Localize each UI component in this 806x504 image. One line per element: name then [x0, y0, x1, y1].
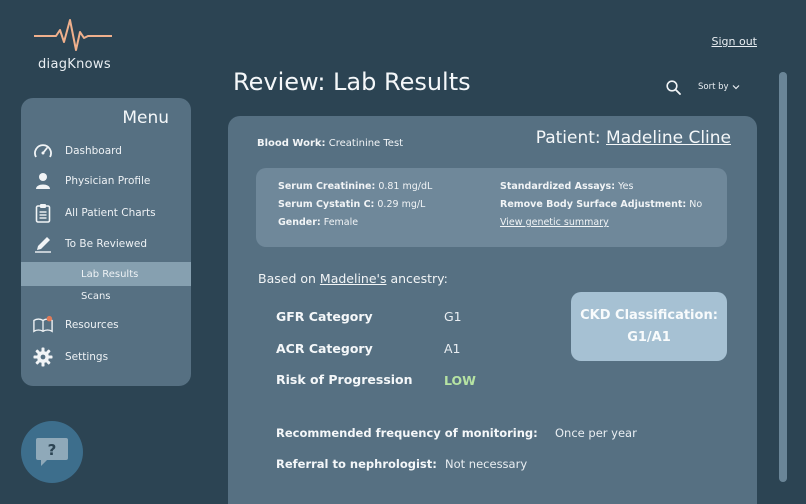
signout-link[interactable]: Sign out — [711, 35, 757, 48]
lab-info-box: Serum Creatinine: 0.81 mg/dL Serum Cysta… — [256, 168, 727, 247]
standardized-assays-label: Standardized Assays: — [500, 181, 616, 192]
sidebar-item-resources[interactable]: Resources — [21, 314, 191, 336]
bsa-adjustment-value: No — [689, 199, 703, 210]
standardized-assays-value: Yes — [618, 181, 634, 192]
chevron-down-icon — [732, 85, 739, 90]
sort-dropdown[interactable]: Sort by — [698, 82, 740, 92]
acr-category-label: ACR Category — [276, 341, 373, 356]
serum-creatinine-label: Serum Creatinine: — [278, 181, 376, 192]
sort-label: Sort by — [698, 82, 729, 92]
person-icon — [33, 171, 53, 191]
patient-name-link[interactable]: Madeline Cline — [606, 128, 731, 148]
serum-creatinine-row: Serum Creatinine: 0.81 mg/dL — [278, 181, 432, 192]
gauge-icon — [33, 141, 53, 161]
sidebar-item-to-be-reviewed[interactable]: To Be Reviewed — [21, 233, 191, 255]
bloodwork-value: Creatinine Test — [328, 138, 404, 149]
sidebar-item-settings[interactable]: Settings — [21, 346, 191, 368]
nephrologist-referral-value: Not necessary — [445, 457, 528, 471]
acr-category-value: A1 — [444, 341, 461, 356]
ancestry-line: Based on Madeline's ancestry: — [258, 271, 448, 286]
pencil-icon — [33, 234, 53, 254]
serum-creatinine-value: 0.81 mg/dL — [378, 181, 433, 192]
ancestry-name-link[interactable]: Madeline's — [320, 271, 387, 286]
sidebar-subitem-label: Lab Results — [81, 268, 139, 280]
ancestry-prefix: Based on — [258, 271, 316, 286]
standardized-assays-row: Standardized Assays: Yes — [500, 181, 633, 192]
risk-progression-value: LOW — [444, 373, 476, 388]
bsa-adjustment-row: Remove Body Surface Adjustment: No — [500, 199, 702, 210]
ckd-classification-badge: CKD Classification: G1/A1 — [571, 292, 727, 361]
monitoring-frequency-value: Once per year — [555, 426, 637, 440]
sidebar-item-dashboard[interactable]: Dashboard — [21, 140, 191, 162]
ckd-classification-value: G1/A1 — [627, 329, 671, 345]
clipboard-icon — [33, 203, 53, 223]
page-title: Review: Lab Results — [233, 68, 471, 96]
sidebar-item-label: Dashboard — [65, 145, 122, 157]
sidebar-item-label: All Patient Charts — [65, 207, 156, 219]
nephrologist-referral-label: Referral to nephrologist: — [276, 457, 437, 471]
sidebar-item-physician-profile[interactable]: Physician Profile — [21, 170, 191, 192]
help-chat-icon: ? — [36, 438, 68, 466]
lab-results-card: Blood Work: Creatinine Test Patient: Mad… — [228, 116, 757, 504]
patient-heading: Patient: Madeline Cline — [536, 128, 731, 148]
sidebar-item-label: To Be Reviewed — [65, 238, 147, 250]
brand-name: diagKnows — [38, 57, 111, 72]
sidebar-item-label: Resources — [65, 319, 119, 331]
sidebar-menu: Menu Dashboard Physician Profile All Pat… — [21, 98, 191, 386]
scrollbar-thumb[interactable] — [779, 72, 787, 482]
menu-title: Menu — [122, 108, 169, 128]
help-button[interactable]: ? — [21, 421, 83, 483]
bloodwork-label: Blood Work: — [257, 138, 326, 149]
risk-progression-label: Risk of Progression — [276, 372, 413, 387]
sidebar-item-label: Settings — [65, 351, 109, 363]
serum-cystatin-value: 0.29 mg/L — [377, 199, 426, 210]
serum-cystatin-label: Serum Cystatin C: — [278, 199, 375, 210]
gender-row: Gender: Female — [278, 217, 358, 228]
heartbeat-logo-icon — [34, 19, 112, 51]
book-icon — [33, 315, 53, 335]
gender-label: Gender: — [278, 217, 321, 228]
gfr-category-value: G1 — [444, 309, 462, 324]
sidebar-subitem-lab-results[interactable]: Lab Results — [21, 262, 191, 286]
search-icon[interactable] — [666, 80, 681, 95]
bloodwork-line: Blood Work: Creatinine Test — [257, 138, 403, 149]
monitoring-frequency-label: Recommended frequency of monitoring: — [276, 426, 538, 440]
ancestry-suffix: ancestry: — [390, 271, 448, 286]
gear-icon — [33, 347, 53, 367]
gfr-category-label: GFR Category — [276, 309, 373, 324]
bsa-adjustment-label: Remove Body Surface Adjustment: — [500, 199, 687, 210]
gender-value: Female — [323, 217, 359, 228]
brand-logo — [34, 18, 114, 52]
sidebar-item-label: Physician Profile — [65, 175, 151, 187]
genetic-summary-link[interactable]: View genetic summary — [500, 217, 609, 228]
sidebar-item-all-patient-charts[interactable]: All Patient Charts — [21, 202, 191, 224]
help-symbol: ? — [48, 441, 57, 459]
sidebar-subitem-scans[interactable]: Scans — [21, 284, 191, 308]
serum-cystatin-row: Serum Cystatin C: 0.29 mg/L — [278, 199, 425, 210]
ckd-classification-label: CKD Classification: — [580, 307, 718, 323]
patient-label: Patient: — [535, 128, 601, 148]
sidebar-subitem-label: Scans — [81, 290, 111, 302]
